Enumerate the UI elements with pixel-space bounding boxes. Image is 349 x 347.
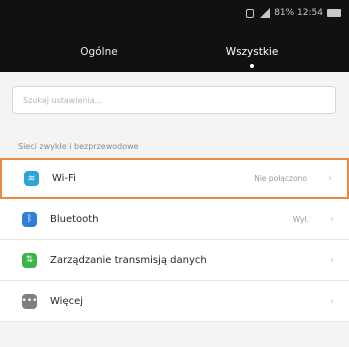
status-bar: 81% 12:54 [246, 4, 341, 22]
battery-icon [327, 9, 341, 17]
row-more[interactable]: ••• Więcej › [0, 281, 349, 322]
row-data-transfer[interactable]: ⇅ Zarządzanie transmisją danych › [0, 240, 349, 281]
signal-icon [258, 8, 271, 18]
row-wifi[interactable]: ≋ Wi-Fi Nie połączono › [0, 158, 349, 199]
row-data-transfer-label: Zarządzanie transmisją danych [50, 254, 207, 266]
tab-general[interactable]: Ogólne [70, 46, 128, 58]
tab-all[interactable]: Wszystkie [210, 46, 294, 68]
chevron-right-icon: › [330, 295, 334, 307]
sim-icon [246, 8, 255, 18]
active-tab-indicator [250, 64, 254, 68]
section-header: Sieci zwykłe i bezprzewodowe [18, 142, 139, 151]
more-icon: ••• [22, 293, 37, 309]
settings-list: ≋ Wi-Fi Nie połączono › ᛒ Bluetooth Wył.… [0, 158, 349, 322]
tab-strip: Ogólne Wszystkie [0, 38, 349, 68]
chevron-right-icon: › [330, 254, 334, 266]
status-text: 81% 12:54 [274, 8, 323, 18]
tab-general-label: Ogólne [80, 46, 118, 58]
row-bluetooth-label: Bluetooth [50, 213, 99, 225]
wifi-icon: ≋ [24, 171, 39, 186]
top-bar: 81% 12:54 Ogólne Wszystkie [0, 0, 349, 72]
row-bluetooth-value: Wył. [292, 214, 309, 224]
chevron-right-icon: › [330, 213, 334, 225]
row-wifi-value: Nie połączono [254, 174, 307, 183]
row-wifi-label: Wi-Fi [52, 173, 76, 184]
row-bluetooth[interactable]: ᛒ Bluetooth Wył. › [0, 199, 349, 240]
data-transfer-icon: ⇅ [22, 252, 37, 268]
row-more-label: Więcej [50, 295, 84, 307]
chevron-right-icon: › [328, 173, 332, 184]
search-input[interactable] [12, 86, 336, 114]
tab-all-label: Wszystkie [225, 46, 279, 58]
bluetooth-icon: ᛒ [22, 211, 37, 227]
